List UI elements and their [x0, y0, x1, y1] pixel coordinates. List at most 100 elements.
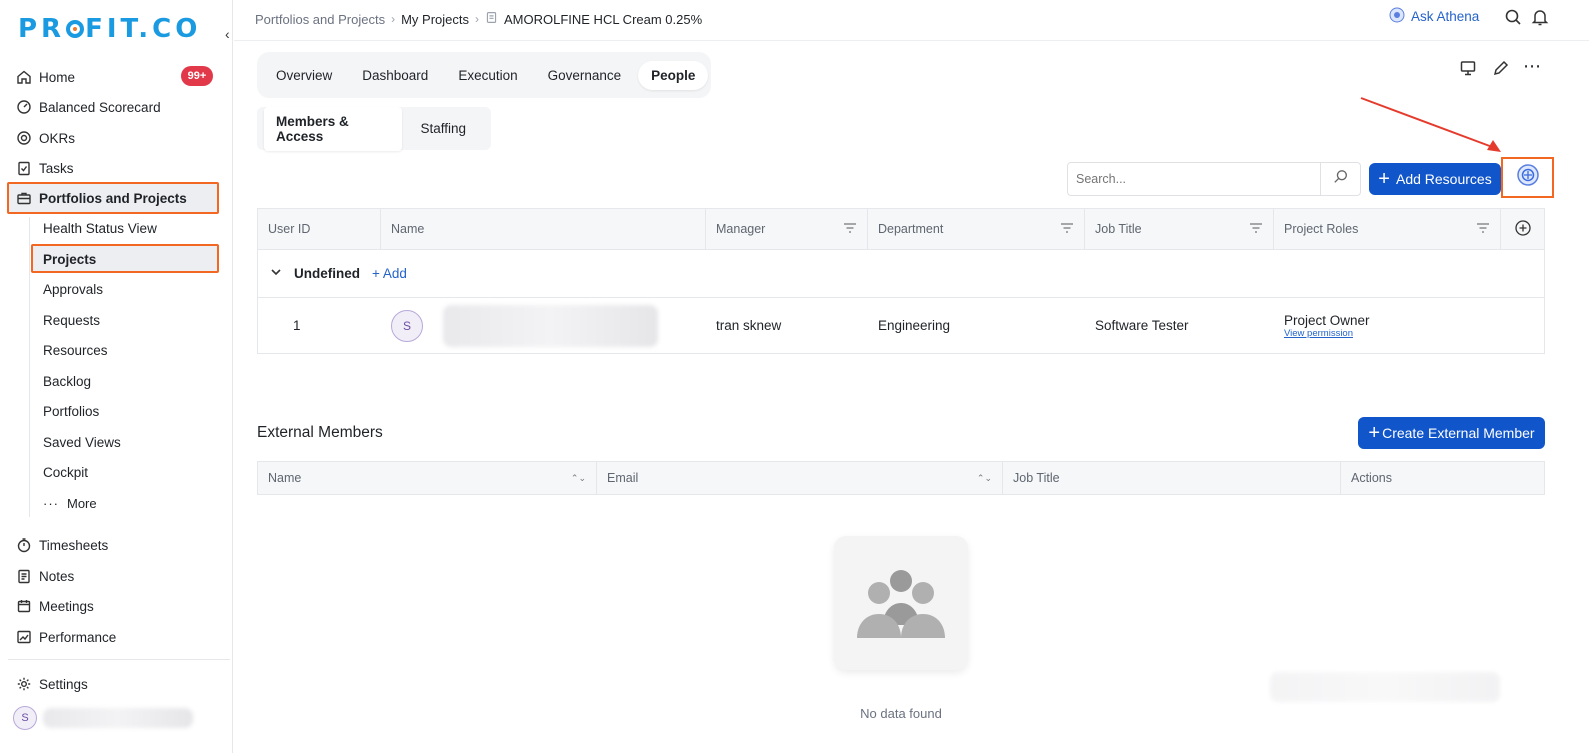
sidebar-item-label: Meetings [39, 598, 94, 614]
external-members-table-header: Name ⌃⌄ Email ⌃⌄ Job Title Actions [257, 461, 1545, 495]
column-header-job-title[interactable]: Job Title [1003, 462, 1341, 494]
add-column-button[interactable] [1501, 209, 1544, 249]
tab-members-access[interactable]: Members & Access [264, 106, 403, 151]
athena-assist-button[interactable] [1501, 157, 1554, 198]
view-permission-link[interactable]: View permission [1284, 328, 1491, 339]
ask-athena-button[interactable]: Ask Athena [1389, 7, 1479, 26]
column-label: Project Roles [1284, 222, 1359, 236]
sidebar-item-balanced-scorecard[interactable]: Balanced Scorecard [16, 96, 161, 118]
tab-execution[interactable]: Execution [445, 61, 530, 90]
sidebar-item-label: Timesheets [39, 537, 109, 553]
cell-name: S [381, 304, 706, 347]
sidebar-subitem-more[interactable]: ··· More [43, 496, 97, 511]
user-profile[interactable]: S [13, 706, 193, 730]
annotation-arrow-icon [1360, 97, 1501, 152]
tab-staffing[interactable]: Staffing [408, 114, 478, 143]
sort-icon[interactable]: ⌃⌄ [571, 473, 586, 484]
more-options-icon[interactable]: ⋯ [1523, 57, 1541, 77]
search-input[interactable] [1068, 163, 1320, 195]
filter-icon[interactable] [843, 222, 857, 237]
filter-icon[interactable] [1060, 222, 1074, 237]
plus-circle-icon [1514, 219, 1532, 240]
search-icon [1333, 169, 1349, 190]
sidebar-subitem-resources[interactable]: Resources [43, 343, 108, 358]
column-header-email[interactable]: Email ⌃⌄ [597, 462, 1003, 494]
project-tabs: Overview Dashboard Execution Governance … [257, 52, 711, 98]
sidebar-item-tasks[interactable]: Tasks [16, 157, 74, 179]
tab-governance[interactable]: Governance [535, 61, 635, 90]
tab-dashboard[interactable]: Dashboard [349, 61, 441, 90]
cell-user-id: 1 [293, 318, 301, 333]
sidebar-divider [8, 659, 230, 660]
add-label: Add [382, 266, 407, 281]
presentation-icon[interactable] [1459, 59, 1477, 77]
sidebar-item-meetings[interactable]: Meetings [16, 595, 94, 617]
add-resources-label: Add Resources [1395, 171, 1492, 187]
sidebar-item-label: OKRs [39, 130, 76, 146]
add-resources-button[interactable]: + Add Resources [1369, 163, 1501, 195]
athena-icon [1389, 7, 1405, 26]
sidebar-item-label: Performance [39, 629, 117, 645]
sidebar-subitem-saved-views[interactable]: Saved Views [43, 435, 121, 450]
add-member-link[interactable]: + Add [372, 266, 407, 281]
athena-icon [1516, 163, 1540, 192]
sidebar-subitem-health-status-view[interactable]: Health Status View [43, 221, 157, 236]
filter-icon[interactable] [1476, 222, 1490, 237]
sidebar-subitem-approvals[interactable]: Approvals [43, 282, 103, 297]
search-button[interactable] [1320, 163, 1360, 195]
empty-state-text: No data found [860, 706, 942, 721]
column-header-actions: Actions [1341, 462, 1544, 494]
people-group-icon [857, 570, 945, 638]
sidebar-item-label: Notes [39, 568, 75, 584]
notes-icon [16, 568, 32, 584]
cell-project-role: Project Owner View permission [1274, 313, 1501, 339]
breadcrumb-current-project: AMOROLFINE HCL Cream 0.25% [503, 11, 703, 27]
column-header-department[interactable]: Department [868, 209, 1085, 249]
user-avatar: S [13, 706, 37, 730]
sidebar-subitem-requests[interactable]: Requests [43, 313, 100, 328]
sidebar-item-notes[interactable]: Notes [16, 565, 74, 587]
cell-manager: tran sknew [716, 318, 782, 333]
column-label: User ID [268, 222, 311, 236]
clipboard-check-icon [16, 160, 32, 176]
sort-icon[interactable]: ⌃⌄ [977, 473, 992, 484]
create-external-member-label: Create External Member [1382, 425, 1535, 441]
sidebar-item-home[interactable]: Home [16, 66, 75, 88]
sidebar-item-settings[interactable]: Settings [16, 673, 88, 695]
sidebar-subitem-portfolios[interactable]: Portfolios [43, 404, 99, 419]
ask-athena-label: Ask Athena [1411, 9, 1480, 24]
collapse-sidebar-icon[interactable]: ‹ [225, 26, 230, 42]
sidebar-subitem-backlog[interactable]: Backlog [43, 374, 91, 389]
redacted-overlay [1270, 672, 1500, 702]
chevron-down-icon[interactable] [270, 266, 282, 281]
bell-icon[interactable] [1531, 8, 1549, 26]
column-header-manager[interactable]: Manager [706, 209, 868, 249]
briefcase-icon [16, 190, 32, 206]
sidebar-item-portfolios-and-projects[interactable]: Portfolios and Projects [16, 187, 187, 209]
cell-department: Engineering [878, 318, 951, 333]
sidebar-item-okrs[interactable]: OKRs [16, 127, 75, 149]
tab-overview[interactable]: Overview [263, 61, 345, 90]
search-icon[interactable] [1504, 8, 1522, 26]
table-row[interactable]: 1 S tran sknew Engineering Software Test… [258, 298, 1544, 353]
people-subtabs: Members & Access Staffing [257, 106, 491, 151]
column-header-user-id[interactable]: User ID [258, 209, 381, 249]
sidebar-subitem-cockpit[interactable]: Cockpit [43, 465, 88, 480]
profit-co-logo[interactable]: PR FIT.CO [18, 14, 201, 44]
column-header-job-title[interactable]: Job Title [1085, 209, 1274, 249]
tab-people[interactable]: People [638, 60, 709, 90]
column-header-project-roles[interactable]: Project Roles [1274, 209, 1501, 249]
sidebar-item-performance[interactable]: Performance [16, 626, 116, 648]
sidebar-subitem-projects[interactable]: Projects [43, 252, 96, 267]
breadcrumb-my-projects[interactable]: My Projects [401, 12, 469, 27]
sidebar-item-timesheets[interactable]: Timesheets [16, 534, 108, 556]
column-header-name[interactable]: Name [381, 209, 706, 249]
member-name-redacted [443, 304, 658, 347]
column-label: Job Title [1013, 471, 1060, 485]
column-header-name[interactable]: Name ⌃⌄ [258, 462, 597, 494]
edit-pencil-icon[interactable] [1492, 59, 1510, 77]
create-external-member-button[interactable]: + Create External Member [1358, 417, 1545, 449]
header-divider [234, 40, 1589, 41]
filter-icon[interactable] [1249, 222, 1263, 237]
breadcrumb-portfolios[interactable]: Portfolios and Projects [255, 12, 385, 27]
